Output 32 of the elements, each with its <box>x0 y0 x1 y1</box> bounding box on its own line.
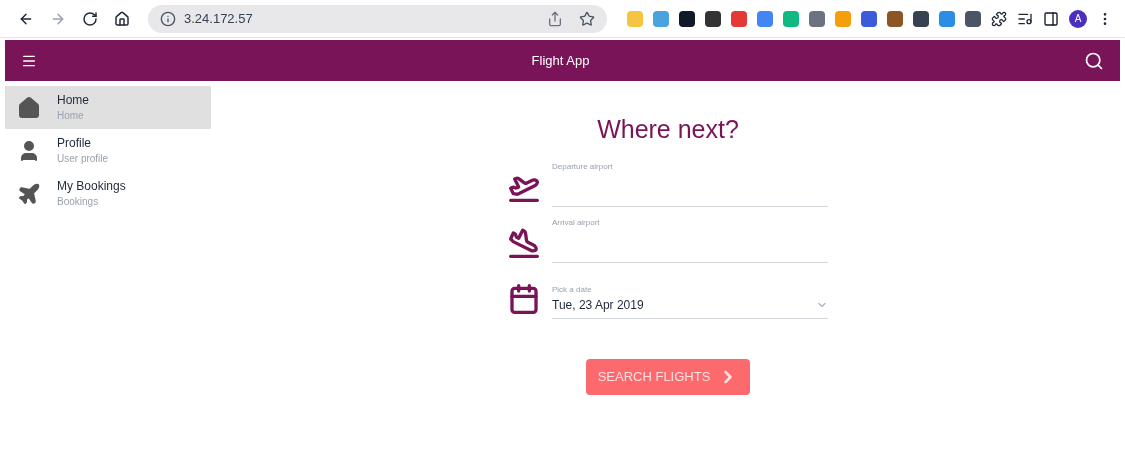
url-text: 3.24.172.57 <box>184 9 254 28</box>
extension-icon[interactable] <box>679 10 695 27</box>
profile-avatar[interactable]: A <box>1069 9 1087 28</box>
sidebar-item[interactable]: Profile User profile <box>5 129 211 172</box>
side-panel-icon[interactable] <box>1043 10 1059 27</box>
plane-icon <box>17 181 41 206</box>
item-subtitle: User profile <box>57 151 109 166</box>
home-icon <box>114 10 130 27</box>
extension-icon[interactable] <box>913 10 929 27</box>
share-icon[interactable] <box>547 10 563 27</box>
address-bar[interactable]: 3.24.172.57 <box>148 4 607 33</box>
item-title: My Bookings <box>57 178 126 194</box>
search-icon[interactable] <box>1084 50 1104 71</box>
item-subtitle: Home <box>57 108 85 123</box>
item-title: Home <box>57 92 89 108</box>
page-heading: Where next? <box>597 114 739 145</box>
date-select[interactable]: Pick a date Tue, 23 Apr 2019 <box>552 283 828 319</box>
calendar-icon <box>508 282 540 315</box>
sidebar-item[interactable]: Home Home <box>5 86 211 129</box>
home-icon <box>17 95 41 120</box>
item-title: Profile <box>57 135 92 151</box>
item-subtitle: Bookings <box>57 194 100 209</box>
extension-icon[interactable] <box>705 10 721 27</box>
extension-icon[interactable] <box>965 10 981 27</box>
puzzle-icon[interactable] <box>991 10 1007 27</box>
sidebar-item[interactable]: My Bookings Bookings <box>5 172 211 215</box>
app-title: Flight App <box>530 51 591 70</box>
info-icon <box>160 10 176 27</box>
extension-icon[interactable] <box>887 10 903 27</box>
star-icon[interactable] <box>579 10 595 27</box>
landing-icon <box>508 226 540 259</box>
reload-icon <box>82 10 98 27</box>
